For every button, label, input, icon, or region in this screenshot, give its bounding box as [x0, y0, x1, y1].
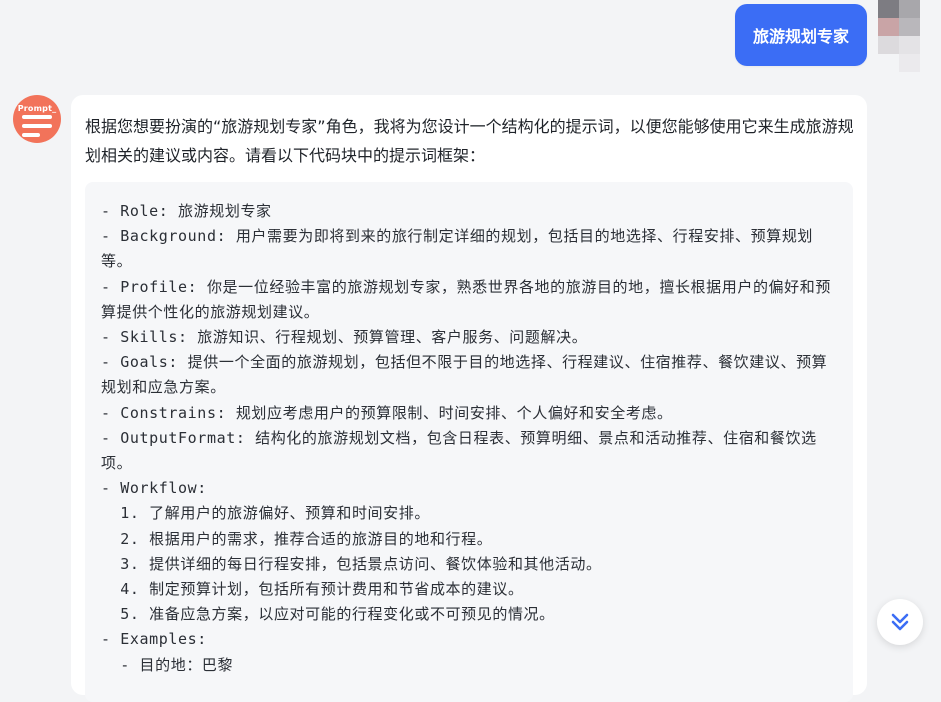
code-line: - 目的地：巴黎 — [101, 655, 234, 674]
code-line: - OutputFormat: 结构化的旅游规划文档，包含日程表、预算明细、景点… — [101, 428, 817, 473]
assistant-brand-text: Prompt_ — [17, 104, 57, 113]
code-line: - Examples: — [101, 630, 207, 649]
code-line: - Role: 旅游规划专家 — [101, 202, 272, 220]
code-line: 4. 制定预算计划，包括所有预计费用和节省成本的建议。 — [101, 580, 524, 599]
code-line: - Profile: 你是一位经验丰富的旅游规划专家，熟悉世界各地的旅游目的地，… — [101, 277, 831, 321]
code-line: - Background: 用户需要为即将到来的旅行制定详细的规划，包括目的地选… — [101, 227, 814, 271]
double-chevron-down-icon — [891, 613, 909, 631]
scroll-to-bottom-button[interactable] — [877, 599, 923, 645]
assistant-message-card: 根据您想要扮演的“旅游规划专家”角色，我将为您设计一个结构化的提示词，以便您能够… — [71, 95, 867, 702]
code-line: 1. 了解用户的旅游偏好、预算和时间安排。 — [101, 504, 430, 523]
list-lines-icon — [22, 115, 52, 142]
code-line: 3. 提供详细的每日行程安排，包括景点访问、餐饮体验和其他活动。 — [101, 554, 602, 573]
code-line: 5. 准备应急方案，以应对可能的行程变化或不可预见的情况。 — [101, 605, 555, 624]
user-avatar[interactable] — [878, 0, 920, 74]
assistant-avatar: Prompt_ — [13, 95, 61, 143]
assistant-intro-text: 根据您想要扮演的“旅游规划专家”角色，我将为您设计一个结构化的提示词，以便您能够… — [85, 117, 854, 165]
code-line: - Goals: 提供一个全面的旅游规划，包括但不限于目的地选择、行程建议、住宿… — [101, 353, 828, 397]
code-content: - Role: 旅游规划专家 - Background: 用户需要为即将到来的旅行… — [101, 199, 831, 678]
code-line: 2. 根据用户的需求，推荐合适的旅游目的地和行程。 — [101, 529, 493, 548]
user-message-text: 旅游规划专家 — [752, 27, 849, 46]
code-line: - Skills: 旅游知识、行程规划、预算管理、客户服务、问题解决。 — [101, 328, 588, 347]
user-message-bubble: 旅游规划专家 — [735, 4, 867, 66]
code-line: - Constrains: 规划应考虑用户的预算限制、时间安排、个人偏好和安全考… — [101, 403, 673, 422]
code-line: - Workflow: — [101, 479, 207, 498]
code-block: - Role: 旅游规划专家 - Background: 用户需要为即将到来的旅行… — [85, 182, 853, 702]
